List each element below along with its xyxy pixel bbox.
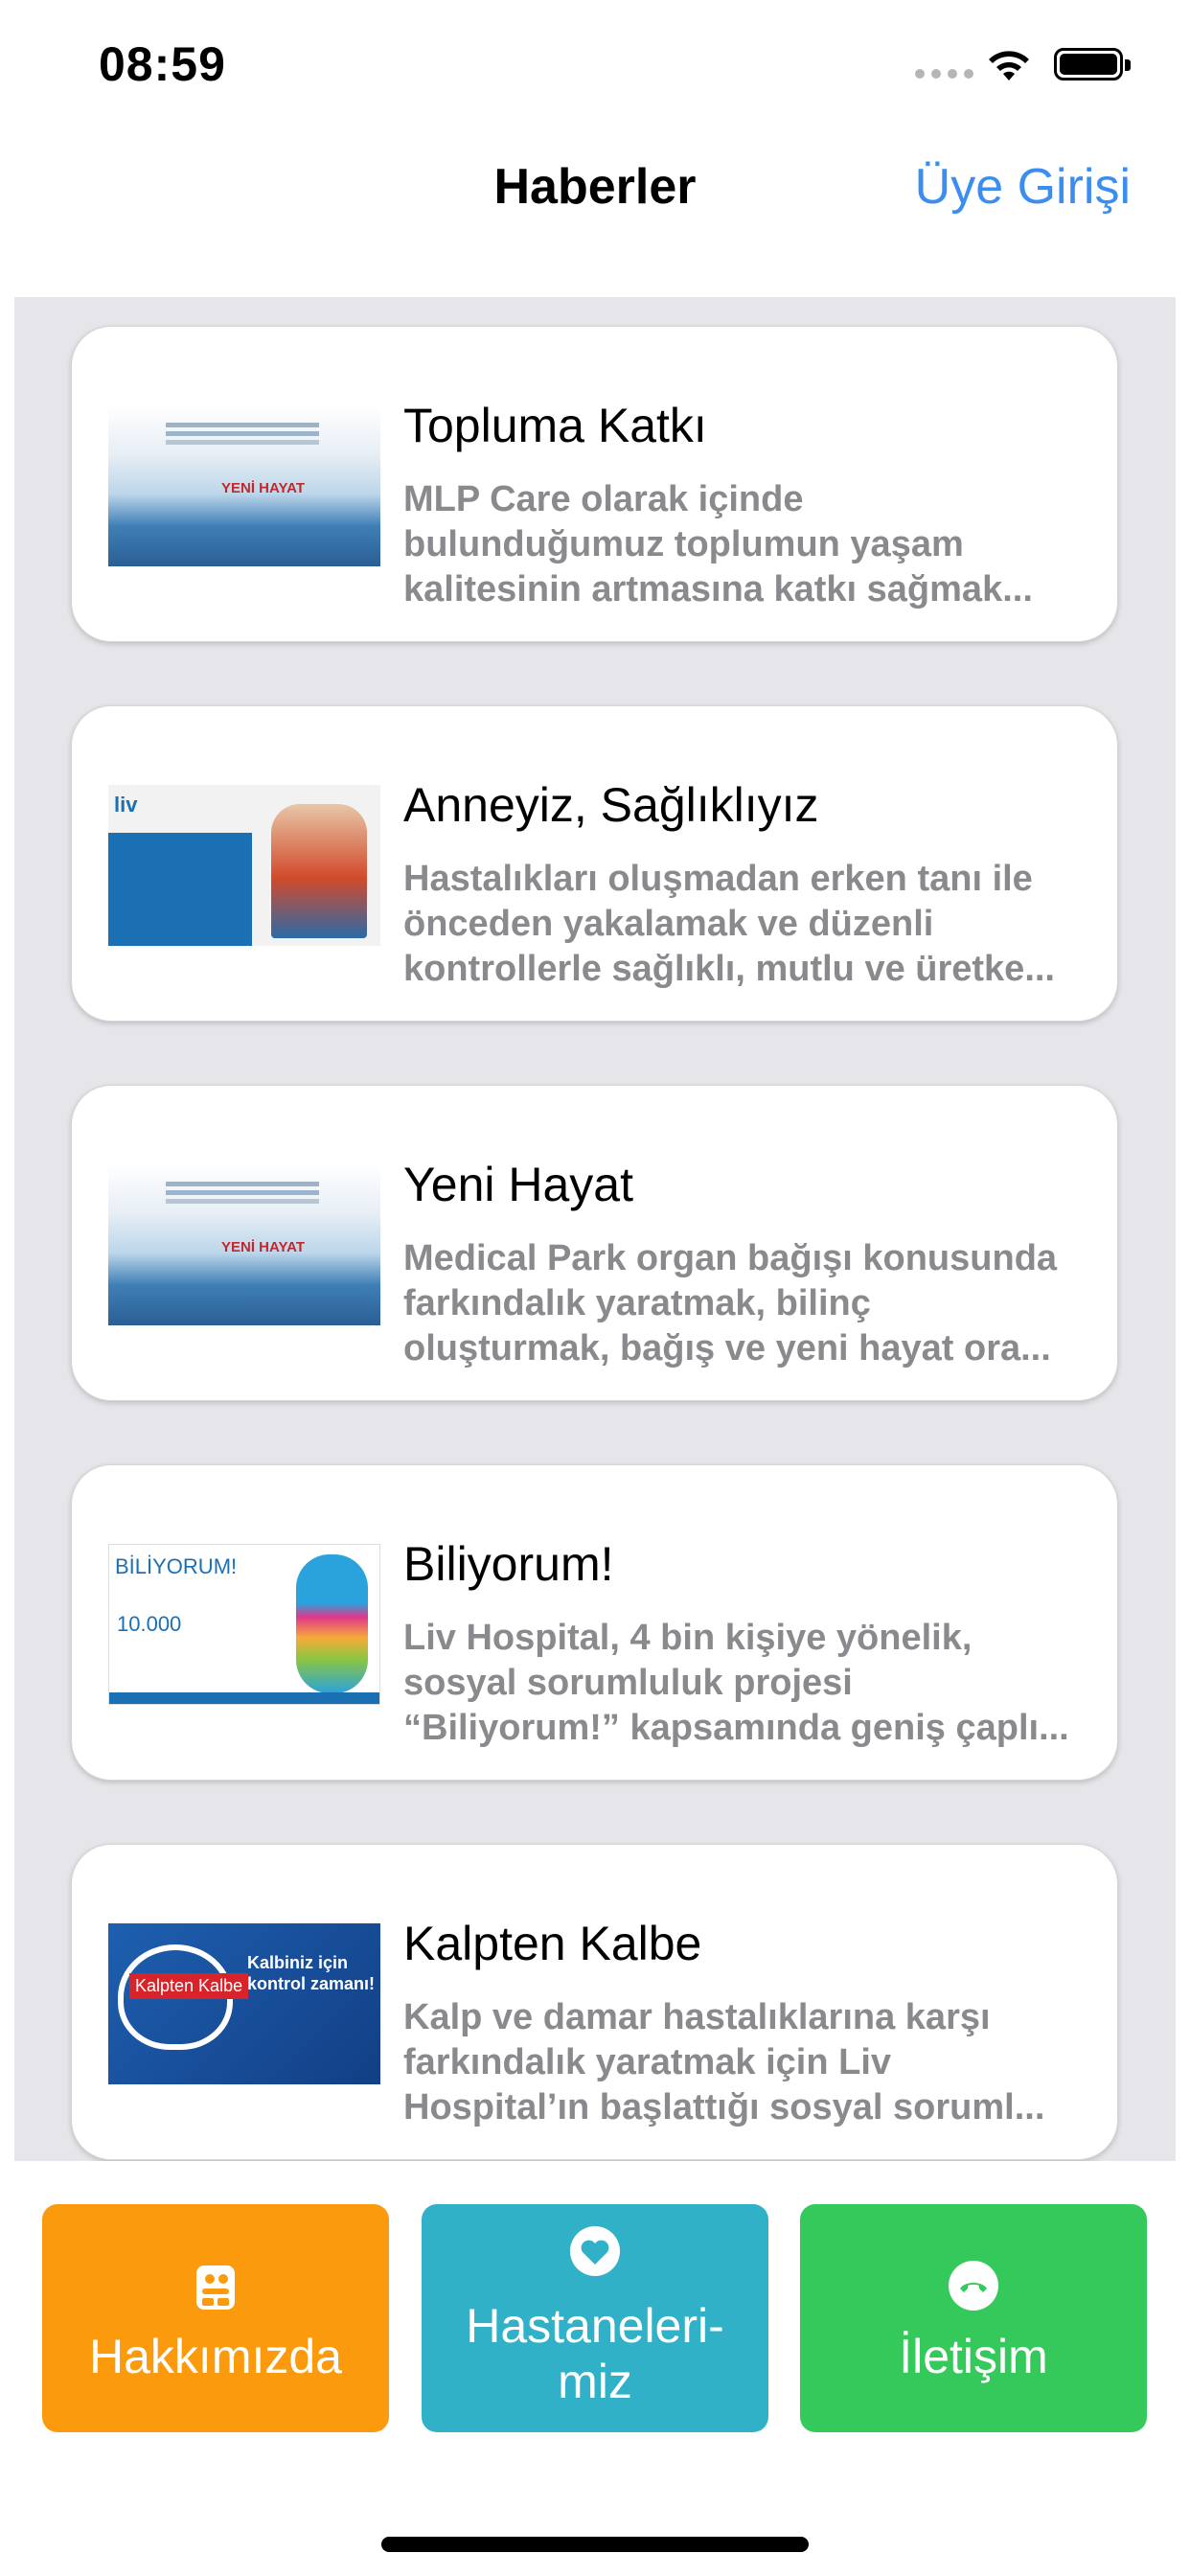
- news-description: Kalp ve damar hastalıklarına karşı farkı…: [403, 1997, 1045, 2128]
- thumbnail-logo-text: Kalpten Kalbe: [129, 1973, 249, 1999]
- news-thumbnail: Kalpten Kalbe Kalbiniz için kontrol zaman…: [108, 1923, 380, 2084]
- building-icon: [42, 2260, 389, 2312]
- news-description: Hastalıkları oluşmadan erken tanı ile ön…: [403, 859, 1055, 989]
- cellular-signal-icon: [915, 69, 973, 79]
- news-card[interactable]: liv Anneyiz, Sağlıklıyız Hastalıkları ol…: [71, 705, 1118, 1022]
- battery-icon: [1054, 48, 1131, 80]
- about-button[interactable]: Hakkımızda: [42, 2204, 389, 2432]
- status-bar: 08:59: [0, 0, 1190, 129]
- status-time: 08:59: [99, 37, 226, 91]
- thumbnail-logo-text: YENİ HAYAT: [221, 480, 305, 496]
- thumbnail-logo-text: YENİ HAYAT: [221, 1239, 305, 1255]
- news-title: Biliyorum!: [403, 1537, 614, 1591]
- news-description: Liv Hospital, 4 bin kişiye yönelik, sosy…: [403, 1618, 1069, 1748]
- news-card[interactable]: YENİ HAYAT Topluma Katkı MLP Care olarak…: [71, 326, 1118, 642]
- news-card[interactable]: BİLİYORUM! 10.000 Biliyorum! Liv Hospital…: [71, 1464, 1118, 1781]
- contact-button-label: İletişim: [899, 2330, 1048, 2383]
- home-indicator: [381, 2537, 809, 2552]
- news-title: Kalpten Kalbe: [403, 1917, 702, 1970]
- news-card[interactable]: YENİ HAYAT Yeni Hayat Medical Park organ…: [71, 1085, 1118, 1401]
- screen: 08:59 Haberler Üye Girişi YENİ HAYAT Top…: [0, 0, 1190, 2576]
- news-card[interactable]: Kalpten Kalbe Kalbiniz için kontrol zaman…: [71, 1844, 1118, 2160]
- contact-button[interactable]: İletişim: [800, 2204, 1147, 2432]
- news-list[interactable]: YENİ HAYAT Topluma Katkı MLP Care olarak…: [14, 297, 1176, 2161]
- news-title: Yeni Hayat: [403, 1158, 633, 1211]
- hospitals-button-label-line2: miz: [558, 2355, 632, 2408]
- member-login-button[interactable]: Üye Girişi: [915, 158, 1131, 216]
- phone-icon: [800, 2260, 1147, 2312]
- news-description: MLP Care olarak içinde bulunduğumuz topl…: [403, 479, 1033, 610]
- thumbnail-caption: Kalbiniz için kontrol zamanı!: [247, 1953, 376, 1993]
- heart-icon: [422, 2225, 768, 2277]
- news-title: Anneyiz, Sağlıklıyız: [403, 778, 819, 832]
- news-thumbnail: YENİ HAYAT: [108, 1164, 380, 1325]
- about-button-label: Hakkımızda: [89, 2330, 342, 2383]
- hospitals-button-label-line1: Hastaneleri-: [466, 2299, 724, 2353]
- news-thumbnail: BİLİYORUM! 10.000: [108, 1544, 380, 1705]
- news-description: Medical Park organ bağışı konusunda fark…: [403, 1238, 1058, 1368]
- thumbnail-logo-text: BİLİYORUM!: [115, 1554, 238, 1578]
- thumbnail-caption: 10.000: [117, 1612, 182, 1636]
- thumbnail-logo-text: liv: [114, 793, 138, 816]
- news-thumbnail: liv: [108, 785, 380, 946]
- news-title: Topluma Katkı: [403, 399, 707, 452]
- wifi-icon: [989, 51, 1029, 80]
- hospitals-button[interactable]: Hastaneleri- miz: [422, 2204, 768, 2432]
- news-thumbnail: YENİ HAYAT: [108, 405, 380, 566]
